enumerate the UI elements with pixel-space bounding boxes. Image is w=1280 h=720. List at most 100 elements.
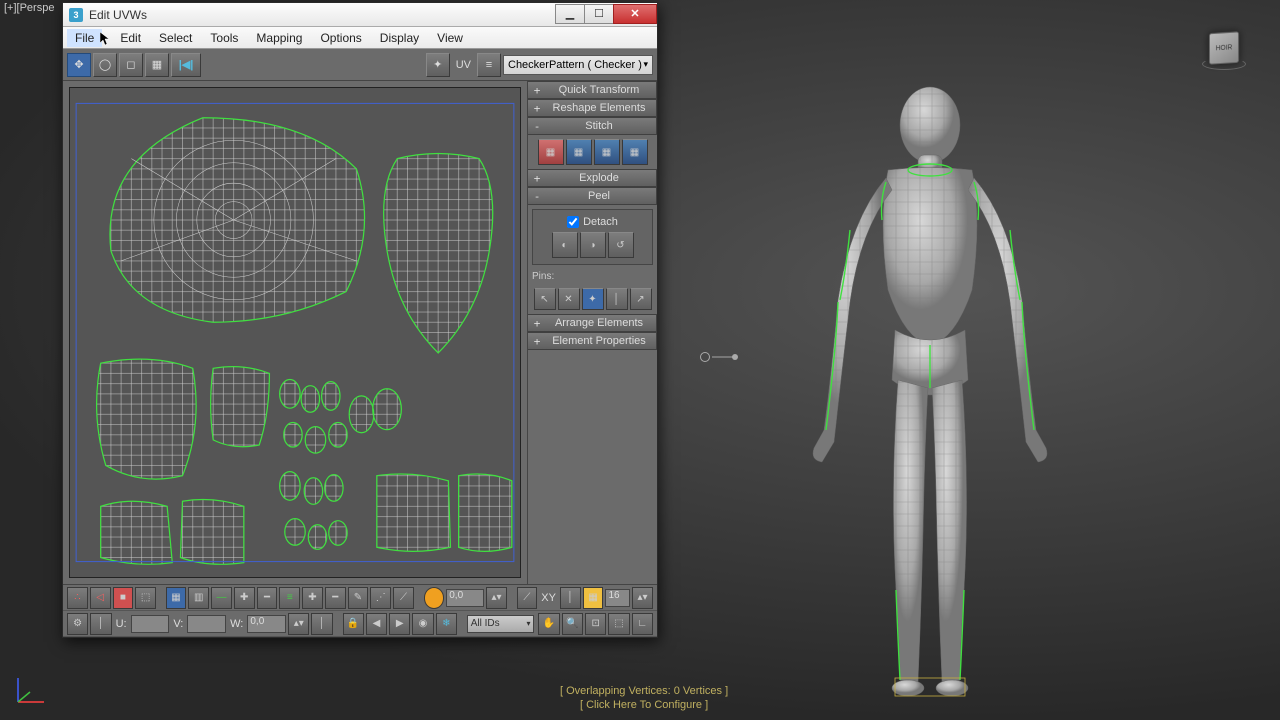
mirror-h-icon[interactable]: ⟋: [517, 587, 538, 609]
spinner2-icon[interactable]: ▴▾: [632, 587, 653, 609]
close-button[interactable]: [613, 4, 657, 24]
xy-label: XY: [539, 592, 558, 604]
falloff-input[interactable]: 0,0: [446, 589, 484, 607]
nav-slider[interactable]: [700, 350, 738, 364]
top-toolbar: ✥ ◯ ◻ ▦ |◀| ✦ UV ≡ CheckerPattern ( Chec…: [63, 49, 657, 81]
axis-gizmo[interactable]: [10, 672, 48, 710]
u-input[interactable]: [131, 615, 170, 633]
lock-icon[interactable]: 🔒: [343, 613, 364, 635]
brush3-icon[interactable]: ⟋: [393, 587, 414, 609]
pin-btn-4[interactable]: │: [606, 288, 628, 310]
options-icon[interactable]: ✦: [426, 53, 450, 77]
map-channel-select[interactable]: CheckerPattern ( Checker ): [503, 55, 653, 75]
scale-tool[interactable]: ◻: [119, 53, 143, 77]
app-icon: 3: [69, 8, 83, 22]
rollout-panel: +Quick Transform +Reshape Elements -Stit…: [527, 81, 657, 584]
rollout-explode[interactable]: +Explode: [528, 169, 657, 187]
rollout-reshape[interactable]: +Reshape Elements: [528, 99, 657, 117]
peel-btn-1[interactable]: ◐: [552, 232, 578, 258]
snap-icon[interactable]: ∟: [632, 613, 653, 635]
pin-btn-1[interactable]: ↖: [534, 288, 556, 310]
axis-lock-icon[interactable]: │: [560, 587, 581, 609]
viewport-label[interactable]: [+][Perspe: [4, 2, 54, 14]
grid-snap-icon[interactable]: ▦: [583, 587, 604, 609]
stitch-btn-3[interactable]: ▦: [594, 139, 620, 165]
pan-icon[interactable]: ✋: [538, 613, 559, 635]
pin-btn-5[interactable]: ↗: [630, 288, 652, 310]
spinner-icon[interactable]: ▴▾: [486, 587, 507, 609]
grid-value[interactable]: 16: [605, 589, 630, 607]
texture-list-icon[interactable]: ≡: [477, 53, 501, 77]
v-input[interactable]: [187, 615, 226, 633]
mirror-tool[interactable]: |◀|: [171, 53, 201, 77]
uv-canvas[interactable]: [69, 87, 521, 578]
status-configure[interactable]: [ Click Here To Configure ]: [560, 698, 728, 712]
stitch-btn-1[interactable]: ▦: [538, 139, 564, 165]
menu-display[interactable]: Display: [372, 29, 427, 47]
menu-tools[interactable]: Tools: [202, 29, 246, 47]
menu-edit[interactable]: Edit: [112, 29, 149, 47]
falloff-icon[interactable]: [424, 587, 445, 609]
status-overlapping[interactable]: [ Overlapping Vertices: 0 Vertices ]: [560, 684, 728, 698]
sel-vertex[interactable]: ∴: [67, 587, 88, 609]
rollout-elem-props[interactable]: +Element Properties: [528, 332, 657, 350]
menubar: File Edit Select Tools Mapping Options D…: [63, 27, 657, 49]
stitch-btn-2[interactable]: ▦: [566, 139, 592, 165]
sel-poly[interactable]: ■: [113, 587, 134, 609]
snowflake-icon[interactable]: ❄: [436, 613, 457, 635]
brush-icon[interactable]: ✎: [348, 587, 369, 609]
rollout-quick-transform[interactable]: +Quick Transform: [528, 81, 657, 99]
menu-mapping[interactable]: Mapping: [248, 29, 310, 47]
v-label: V:: [171, 618, 185, 630]
menu-options[interactable]: Options: [312, 29, 369, 47]
sel-edge[interactable]: ◁: [90, 587, 111, 609]
rotate-tool[interactable]: ◯: [93, 53, 117, 77]
uv-channel-label: UV: [452, 59, 475, 71]
stitch-btn-4[interactable]: ▦: [622, 139, 648, 165]
pin-btn-2[interactable]: ✕: [558, 288, 580, 310]
shrink-sel[interactable]: ✚: [234, 587, 255, 609]
ring-sel[interactable]: ≡: [279, 587, 300, 609]
titlebar[interactable]: 3 Edit UVWs: [63, 3, 657, 27]
menu-select[interactable]: Select: [151, 29, 200, 47]
zoom-region-icon[interactable]: ⊡: [585, 613, 606, 635]
menu-file[interactable]: File: [67, 29, 102, 47]
maximize-button[interactable]: [584, 4, 614, 24]
abs-toggle[interactable]: │: [90, 613, 111, 635]
ring-grow[interactable]: ✚: [302, 587, 323, 609]
menu-view[interactable]: View: [429, 29, 471, 47]
zoom-extents-icon[interactable]: ⬚: [608, 613, 629, 635]
w-input[interactable]: 0,0: [247, 615, 286, 633]
detach-checkbox[interactable]: Detach: [537, 216, 648, 228]
freeform-tool[interactable]: ▦: [145, 53, 169, 77]
pin-btn-3[interactable]: ✦: [582, 288, 604, 310]
grow-sel[interactable]: —: [211, 587, 232, 609]
viewcube-ring[interactable]: [1202, 58, 1246, 70]
paint-sel[interactable]: ▥: [188, 587, 209, 609]
filter1-icon[interactable]: ◀: [366, 613, 387, 635]
rollout-arrange[interactable]: +Arrange Elements: [528, 314, 657, 332]
options-gear-icon[interactable]: ⚙: [67, 613, 88, 635]
filter2-icon[interactable]: ▶: [389, 613, 410, 635]
uvw-editor-window: 3 Edit UVWs File Edit Select Tools Mappi…: [62, 2, 658, 638]
ring-shrink[interactable]: ━: [325, 587, 346, 609]
spinner3-icon[interactable]: ▴▾: [288, 613, 309, 635]
rollout-stitch[interactable]: -Stitch: [528, 117, 657, 135]
move-tool[interactable]: ✥: [67, 53, 91, 77]
rollout-peel[interactable]: -Peel: [528, 187, 657, 205]
lock-sep: │: [311, 613, 332, 635]
soft-sel[interactable]: ▦: [166, 587, 187, 609]
matid-select[interactable]: All IDs: [467, 615, 535, 633]
sel-element[interactable]: ⬚: [135, 587, 156, 609]
status-messages[interactable]: [ Overlapping Vertices: 0 Vertices ] [ C…: [560, 684, 728, 712]
window-title: Edit UVWs: [89, 8, 556, 22]
minimize-button[interactable]: [555, 4, 585, 24]
bottom-toolbar: ∴ ◁ ■ ⬚ ▦ ▥ — ✚ ━ ≡ ✚ ━ ✎ ⋰ ⟋ 0,0 ▴▾ ⟋ X…: [63, 584, 657, 637]
peel-reset[interactable]: ↺: [608, 232, 634, 258]
loop-sel[interactable]: ━: [257, 587, 278, 609]
zoom-icon[interactable]: 🔍: [562, 613, 583, 635]
brush2-icon[interactable]: ⋰: [370, 587, 391, 609]
light-icon[interactable]: ◉: [412, 613, 433, 635]
peel-btn-2[interactable]: ◑: [580, 232, 606, 258]
cursor-icon: [100, 32, 110, 44]
